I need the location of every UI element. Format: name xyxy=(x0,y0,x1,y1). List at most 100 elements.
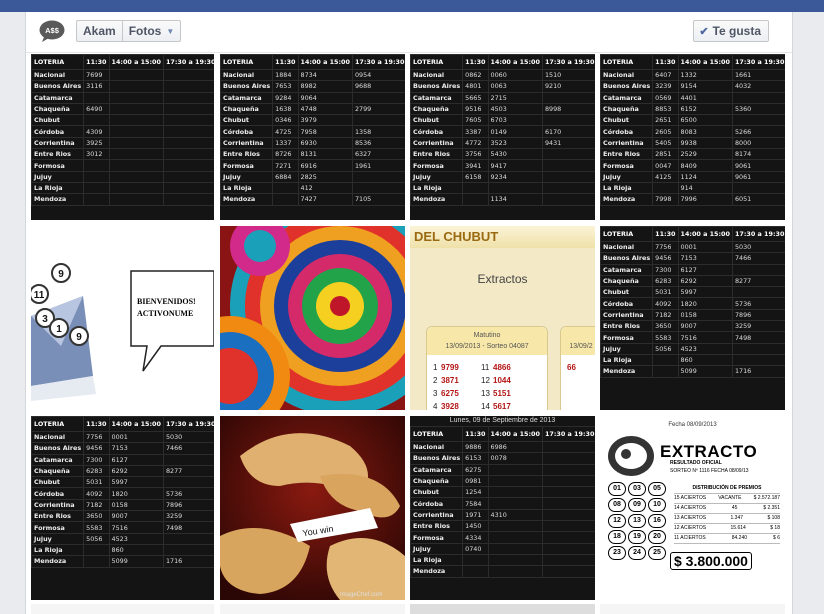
distribution-cell: $ 6 xyxy=(773,535,780,541)
province-cell: Buenos Aires xyxy=(31,442,85,455)
number-cell: 6292 xyxy=(677,274,733,288)
number-cell xyxy=(731,181,785,195)
table-row: Chaqueña1638474827994817 xyxy=(220,102,405,116)
photo-thumb[interactable] xyxy=(31,604,214,614)
number-cell: 6283 xyxy=(83,464,110,478)
photo-thumb[interactable]: LOTERIA11:3014:00 a 15:0017:30 a 19:3021… xyxy=(220,54,405,220)
photo-thumb[interactable]: Lunes, 09 de Septiembre de 2013 LOTERIA 11… xyxy=(410,416,595,600)
number-cell: 7466 xyxy=(731,252,785,265)
number-cell xyxy=(351,170,405,183)
photo-thumb[interactable]: LOTERIA11:3014:00 a 15:0017:30 a 19:3021… xyxy=(600,226,785,410)
table-row: Jujuy505645230943 xyxy=(31,532,214,545)
card-title: Matutino xyxy=(473,332,501,339)
distribution-row: 12 ACIERTOS 15.614 $ 18 xyxy=(674,524,780,534)
number-cell: 4523 xyxy=(677,342,733,355)
province-cell: Mendoza xyxy=(31,193,85,206)
svg-text:BIENVENIDOS!: BIENVENIDOS! xyxy=(137,297,196,306)
number-cell: 5583 xyxy=(652,331,679,344)
photo-thumb[interactable]: LOTERIA11:3014:00 a 15:0017:30 a 19:3021… xyxy=(600,54,785,220)
table-row: Córdoba3387014961702385 xyxy=(410,125,595,138)
column-header: 11:30 xyxy=(272,54,299,70)
photo-thumb[interactable]: You win ImageChef.com xyxy=(220,416,405,600)
photo-thumb[interactable]: DEL CHUBUT Extractos Matutino 13/09/2013… xyxy=(410,226,595,410)
province-cell: Corrientina xyxy=(220,136,274,150)
photo-thumb[interactable]: 9 11 3 1 9 BIENVENIDOS! ACTIVONUME xyxy=(31,226,214,410)
number-cell: 7605 xyxy=(462,114,489,127)
number-cell: 5266 xyxy=(731,125,785,138)
number-cell xyxy=(541,181,595,195)
province-cell: Corrientina xyxy=(31,498,85,512)
table-row: Formosa394194179993 xyxy=(410,159,595,172)
number-cell: 5099 xyxy=(108,555,164,568)
province-cell: Entre Rios xyxy=(410,148,464,161)
number-cell: 5099 xyxy=(677,365,733,378)
province-cell: Mendoza xyxy=(600,365,654,378)
number-cell xyxy=(541,114,595,127)
number-cell xyxy=(83,543,110,557)
card-header: 13/09/2 xyxy=(561,327,595,355)
distribution-cell: 11 ACIERTOS xyxy=(674,535,706,541)
number-cell xyxy=(162,136,214,150)
distribution-row: 11 ACIERTOS 84.240 $ 6 xyxy=(674,534,780,544)
distribution-cell: 12 ACIERTOS xyxy=(674,525,707,531)
result-card: 13/09/2 66 xyxy=(560,326,595,410)
photo-thumb[interactable] xyxy=(220,604,405,614)
photo-thumb[interactable]: Fecha 08/09/2013 EXTRACTO RESULTADO OFIC… xyxy=(600,416,785,600)
number-cell: 7182 xyxy=(83,498,110,512)
number-cell: 9284 xyxy=(272,91,299,104)
number-cell xyxy=(652,365,679,378)
province-cell: Córdoba xyxy=(31,487,85,500)
photo-thumb[interactable] xyxy=(220,226,405,410)
number-cell: 5736 xyxy=(731,297,785,310)
distribution-cell: $ 18 xyxy=(770,525,780,531)
number-cell: 9456 xyxy=(83,442,110,455)
number-cell: 1332 xyxy=(677,68,733,82)
number-cell xyxy=(541,463,595,476)
photo-thumb[interactable] xyxy=(600,604,785,614)
like-button[interactable]: ✔ Te gusta xyxy=(693,20,769,42)
column-header: 11:30 xyxy=(652,226,679,242)
number-cell: 860 xyxy=(108,543,164,557)
province-cell: La Rioja xyxy=(220,181,274,195)
table-row: Catamarca566527156085 xyxy=(410,91,595,104)
number-cell: 3925 xyxy=(83,136,110,150)
number-cell: 6292 xyxy=(108,464,164,478)
photo-thumb[interactable]: LOTERIA11:3014:00 a 15:0017:30 a 19:3021… xyxy=(410,54,595,220)
table-row: La Rioja0800 xyxy=(410,181,595,195)
lottery-table: LOTERIA11:3014:00 a 15:0017:30 a 19:3021… xyxy=(600,54,785,206)
province-cell: Catamarca xyxy=(410,463,464,476)
photo-thumb[interactable] xyxy=(410,604,595,614)
number-cell: 5997 xyxy=(108,476,164,489)
section-dropdown[interactable]: Fotos ▼ xyxy=(121,21,181,41)
table-row: Entre Rios375654307803 xyxy=(410,148,595,161)
province-cell: Chaqueña xyxy=(31,464,85,478)
table-row: Chaqueña8853615253609044 xyxy=(600,102,785,116)
photo-thumb[interactable]: LOTERIA11:3014:00 a 15:0017:30 a 19:3021… xyxy=(31,54,214,220)
number-cell: 0158 xyxy=(108,498,164,512)
number-cell: 3650 xyxy=(83,510,110,523)
page-name-link[interactable]: Akam xyxy=(77,21,122,41)
number-cell: 1716 xyxy=(731,365,785,378)
province-cell: Mendoza xyxy=(220,193,274,206)
number-cell xyxy=(83,193,110,206)
distribution-cell: $ 2.351 xyxy=(763,505,780,511)
number-cell: 8734 xyxy=(297,68,353,82)
province-cell: La Rioja xyxy=(410,181,464,195)
number-cell xyxy=(487,565,543,578)
province-cell: Buenos Aires xyxy=(31,80,85,93)
prize-amount: $ 3.800.000 xyxy=(670,552,752,570)
province-cell: Chubut xyxy=(600,114,654,127)
lottery-table: LOTERIA11:3014:00 a 15:0017:30 a 19:3021… xyxy=(410,54,595,206)
table-row: Chaqueña6283629282774912 xyxy=(600,274,785,288)
card-header: Matutino 13/09/2013 - Sorteo 04087 xyxy=(427,327,547,355)
photo-thumb[interactable]: LOTERIA11:3014:00 a 15:0017:30 a 19:3021… xyxy=(31,416,214,600)
card-date: 13/09/2013 - Sorteo 04087 xyxy=(445,343,529,350)
number-cell: 6490 xyxy=(83,102,110,116)
winning-number: 08 xyxy=(608,498,626,512)
number-cell: 0063 xyxy=(487,80,543,93)
table-row: Catamarca730061277880 xyxy=(600,263,785,276)
number-cell: 7584 xyxy=(462,497,489,510)
page-logo-icon[interactable]: A$$ xyxy=(39,20,65,42)
svg-text:9: 9 xyxy=(58,269,64,280)
number-cell: 7958 xyxy=(297,125,353,138)
